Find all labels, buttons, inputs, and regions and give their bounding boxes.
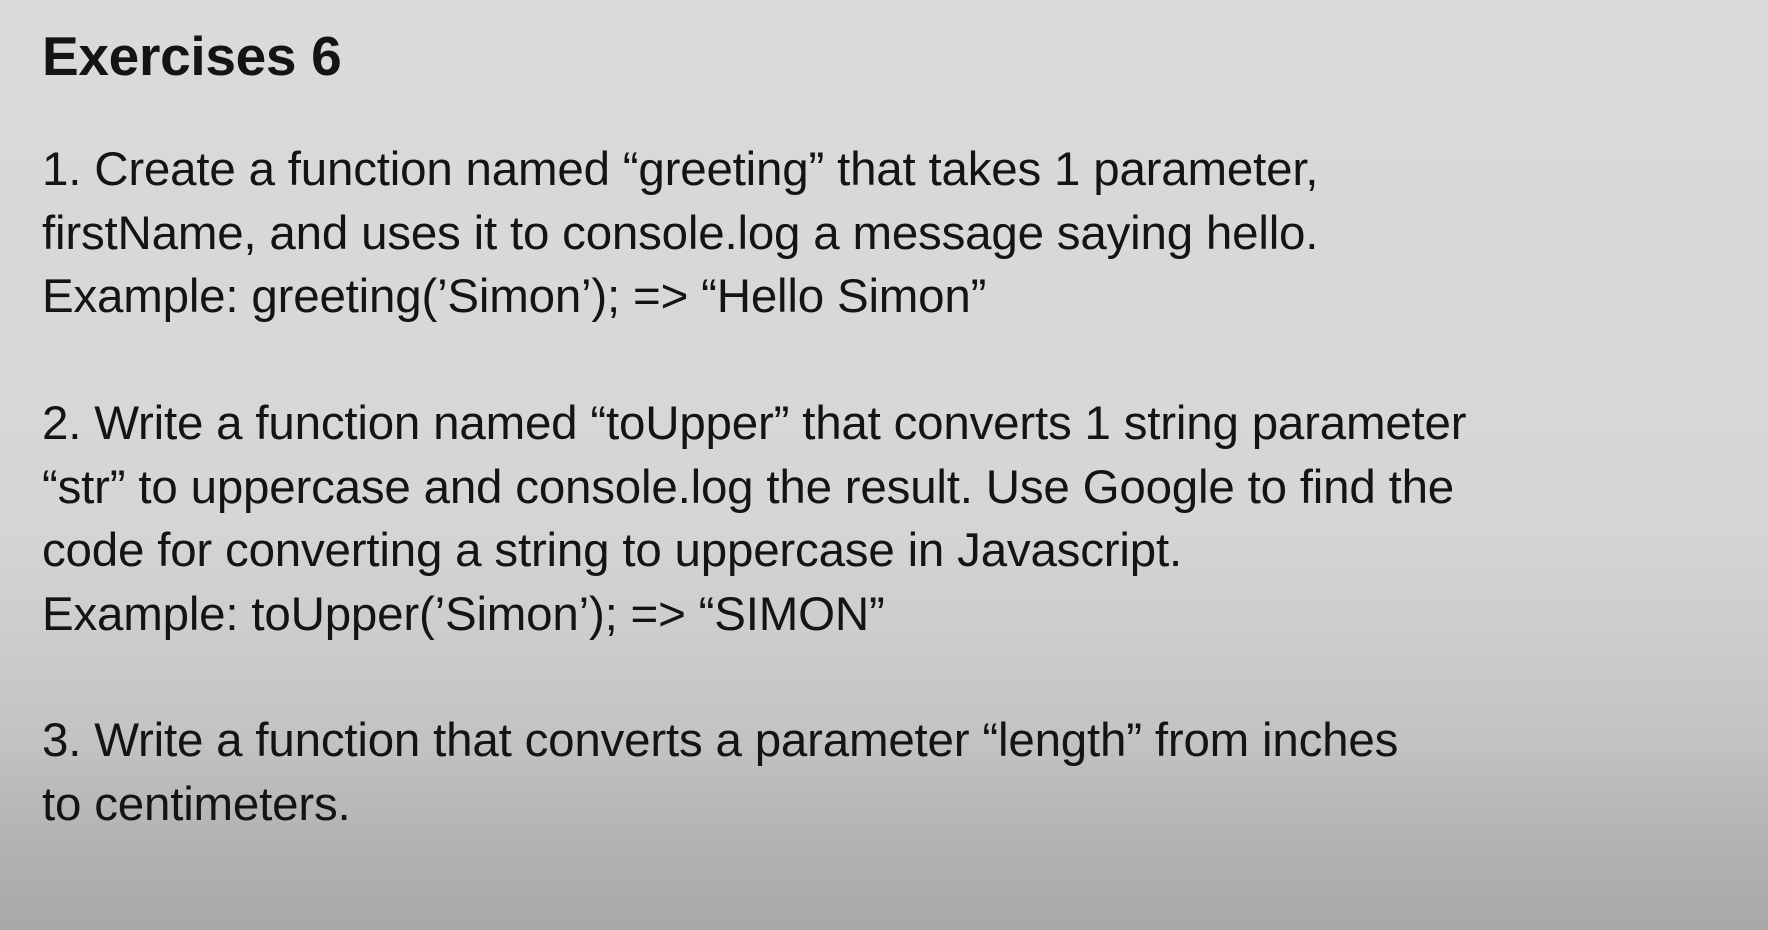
- exercise-2-line-1: 2. Write a function named “toUpper” that…: [42, 397, 1467, 450]
- exercise-2-line-3: code for converting a string to uppercas…: [42, 524, 1182, 577]
- exercise-2: 2. Write a function named “toUpper” that…: [42, 392, 1467, 646]
- exercise-2-example: Example: toUpper(’Simon’); => “SIMON”: [42, 587, 885, 641]
- slide: Exercises 6 1. Create a function named “…: [0, 0, 1768, 930]
- exercise-1-line-1: 1. Create a function named “greeting” th…: [42, 143, 1319, 196]
- exercise-1: 1. Create a function named “greeting” th…: [42, 138, 1319, 329]
- exercise-1-line-2: firstName, and uses it to console.log a …: [42, 206, 1319, 260]
- exercise-3-line-2: to centimeters.: [42, 777, 351, 831]
- exercise-3: 3. Write a function that converts a para…: [42, 709, 1398, 836]
- exercise-3-line-1: 3. Write a function that converts a para…: [42, 714, 1399, 767]
- slide-title: Exercises 6: [42, 25, 342, 87]
- exercise-1-example: Example: greeting(’Simon’); => “Hello Si…: [42, 270, 987, 323]
- exercise-2-line-2: “str” to uppercase and console.log the r…: [42, 460, 1455, 514]
